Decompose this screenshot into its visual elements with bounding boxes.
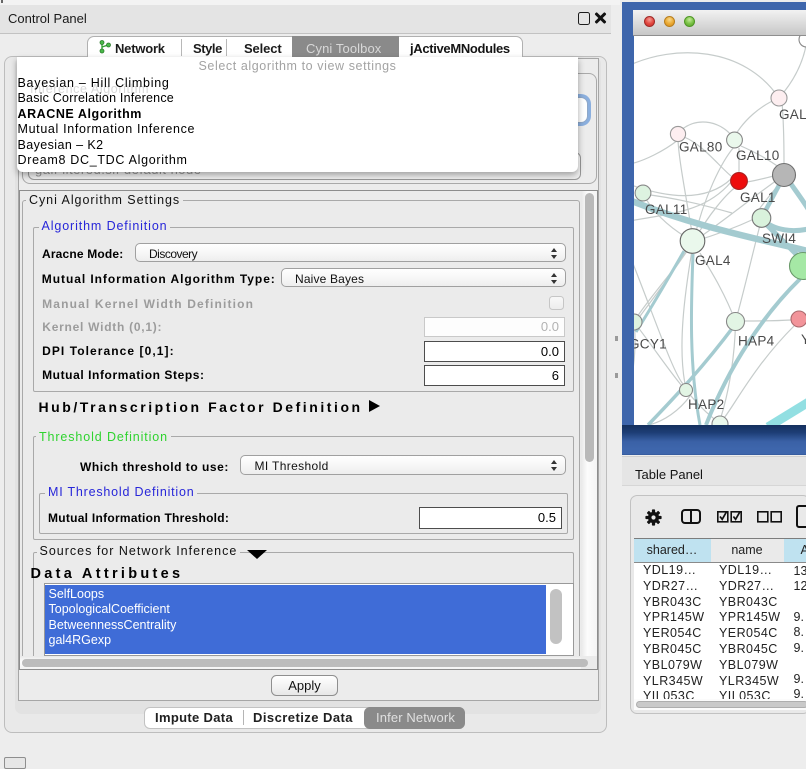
svg-text:YB: YB	[801, 332, 806, 347]
svg-text:GAL1: GAL1	[740, 190, 776, 205]
svg-text:HAP2: HAP2	[688, 397, 724, 412]
svg-text:GAL10: GAL10	[736, 148, 780, 163]
svg-text:GCY1: GCY1	[634, 337, 667, 352]
svg-text:SWI4: SWI4	[762, 231, 796, 246]
svg-text:GAL80: GAL80	[679, 140, 723, 155]
svg-text:GAL4: GAL4	[695, 253, 731, 268]
svg-text:GAL11: GAL11	[645, 202, 688, 217]
svg-text:HAP4: HAP4	[738, 334, 775, 349]
svg-text:GAL7: GAL7	[779, 107, 806, 122]
